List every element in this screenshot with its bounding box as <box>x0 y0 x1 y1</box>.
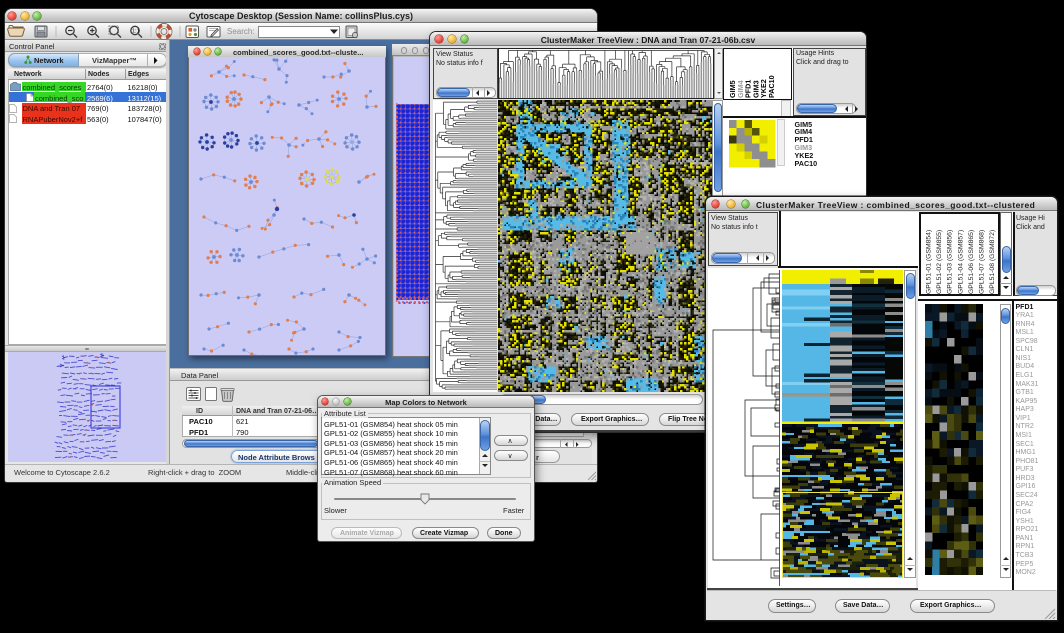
svg-text:GPL51-08 (GSM872): GPL51-08 (GSM872) <box>989 230 996 294</box>
svg-text:Search:: Search: <box>227 27 255 36</box>
svg-text:GPL51-07 (GSM868): GPL51-07 (GSM868) <box>979 230 986 294</box>
svg-text:GPL51-01 (GSM854): GPL51-01 (GSM854) <box>926 230 933 294</box>
svg-text:GPL51-04 (GSM857): GPL51-04 (GSM857) <box>957 230 964 294</box>
svg-text:GPL51-02 (GSM855): GPL51-02 (GSM855) <box>936 230 943 294</box>
svg-text:PAC10: PAC10 <box>767 75 776 98</box>
svg-text:GPL51-03 (GSM856): GPL51-03 (GSM856) <box>947 230 954 294</box>
svg-text:1:1: 1:1 <box>132 29 140 35</box>
svg-text:GPL51-06 (GSM865): GPL51-06 (GSM865) <box>968 230 975 294</box>
